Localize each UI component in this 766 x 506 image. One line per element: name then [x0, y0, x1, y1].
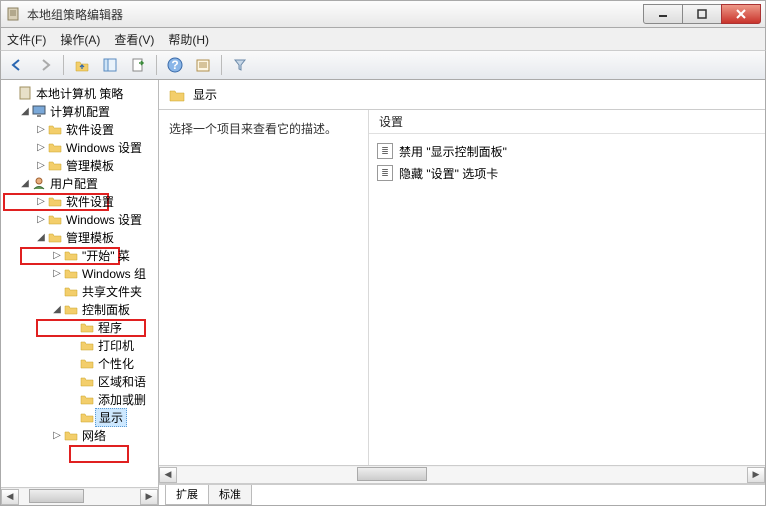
folder-icon	[63, 265, 79, 281]
folder-icon	[79, 409, 95, 425]
tree-start-menu[interactable]: ▷"开始" 菜	[5, 246, 158, 264]
folder-icon	[47, 211, 63, 227]
minimize-button[interactable]	[643, 4, 683, 24]
scroll-track[interactable]	[19, 489, 140, 505]
maximize-button[interactable]	[682, 4, 722, 24]
back-button[interactable]	[5, 53, 29, 77]
folder-icon	[47, 193, 63, 209]
settings-header[interactable]: 设置	[369, 110, 765, 134]
details-title: 显示	[193, 86, 217, 103]
tree-admin-templates-1[interactable]: ▷管理模板	[5, 156, 158, 174]
scroll-left-button[interactable]: ◀	[1, 489, 19, 505]
content-area: 本地计算机 策略 ◢计算机配置 ▷软件设置 ▷Windows 设置 ▷管理模板 …	[0, 80, 766, 506]
show-hide-tree-button[interactable]	[98, 53, 122, 77]
folder-icon	[79, 355, 95, 371]
folder-icon	[79, 373, 95, 389]
details-pane: 显示 选择一个项目来查看它的描述。 设置 ≣ 禁用 "显示控制面板" ≣ 隐藏 …	[159, 80, 765, 505]
tree-programs[interactable]: 程序	[5, 318, 158, 336]
export-button[interactable]	[126, 53, 150, 77]
tree-add-remove[interactable]: 添加或删	[5, 390, 158, 408]
highlight-display	[69, 445, 129, 463]
tree-computer-config[interactable]: ◢计算机配置	[5, 102, 158, 120]
tree-user-config[interactable]: ◢用户配置	[5, 174, 158, 192]
tree-windows-settings-1[interactable]: ▷Windows 设置	[5, 138, 158, 156]
scroll-thumb[interactable]	[29, 489, 84, 503]
tree-windows-components[interactable]: ▷Windows 组	[5, 264, 158, 282]
folder-icon	[169, 87, 185, 103]
policy-item-icon: ≣	[377, 165, 393, 181]
tree-hscrollbar[interactable]: ◀ ▶	[1, 487, 158, 505]
tree-personalization[interactable]: 个性化	[5, 354, 158, 372]
policy-item-icon: ≣	[377, 143, 393, 159]
settings-item[interactable]: ≣ 禁用 "显示控制面板"	[377, 140, 757, 162]
folder-icon	[79, 319, 95, 335]
forward-button[interactable]	[33, 53, 57, 77]
settings-item[interactable]: ≣ 隐藏 "设置" 选项卡	[377, 162, 757, 184]
tree-software-settings-2[interactable]: ▷软件设置	[5, 192, 158, 210]
tree-pane: 本地计算机 策略 ◢计算机配置 ▷软件设置 ▷Windows 设置 ▷管理模板 …	[1, 80, 159, 505]
tree-root[interactable]: 本地计算机 策略	[5, 84, 158, 102]
folder-icon	[47, 229, 63, 245]
settings-item-label: 禁用 "显示控制面板"	[399, 143, 507, 160]
toolbar: ?	[0, 50, 766, 80]
settings-item-label: 隐藏 "设置" 选项卡	[399, 165, 498, 182]
scroll-thumb[interactable]	[357, 467, 427, 481]
app-icon	[5, 6, 21, 22]
description-column: 选择一个项目来查看它的描述。	[159, 110, 369, 465]
tree-region-language[interactable]: 区域和语	[5, 372, 158, 390]
svg-text:?: ?	[171, 58, 178, 72]
folder-icon	[79, 337, 95, 353]
close-button[interactable]	[721, 4, 761, 24]
tab-strip: 扩展 标准	[159, 483, 765, 505]
scroll-track[interactable]	[177, 467, 747, 483]
menu-bar: 文件(F) 操作(A) 查看(V) 帮助(H)	[0, 28, 766, 50]
tab-standard[interactable]: 标准	[208, 484, 252, 505]
settings-column: 设置 ≣ 禁用 "显示控制面板" ≣ 隐藏 "设置" 选项卡	[369, 110, 765, 465]
tree-display[interactable]: 显示	[5, 408, 158, 426]
tree-windows-settings-2[interactable]: ▷Windows 设置	[5, 210, 158, 228]
filter-button[interactable]	[228, 53, 252, 77]
scroll-right-button[interactable]: ▶	[140, 489, 158, 505]
description-prompt: 选择一个项目来查看它的描述。	[169, 122, 337, 136]
tree-body[interactable]: 本地计算机 策略 ◢计算机配置 ▷软件设置 ▷Windows 设置 ▷管理模板 …	[1, 80, 158, 487]
tree-control-panel[interactable]: ◢控制面板	[5, 300, 158, 318]
scroll-left-button[interactable]: ◀	[159, 467, 177, 483]
tree-network[interactable]: ▷网络	[5, 426, 158, 444]
tree-printers[interactable]: 打印机	[5, 336, 158, 354]
folder-icon	[63, 301, 79, 317]
user-icon	[31, 175, 47, 191]
title-bar: 本地组策略编辑器	[0, 0, 766, 28]
folder-icon	[63, 283, 79, 299]
menu-view[interactable]: 查看(V)	[114, 31, 154, 48]
folder-icon	[47, 139, 63, 155]
menu-action[interactable]: 操作(A)	[60, 31, 100, 48]
settings-list: ≣ 禁用 "显示控制面板" ≣ 隐藏 "设置" 选项卡	[369, 134, 765, 190]
tree-software-settings-1[interactable]: ▷软件设置	[5, 120, 158, 138]
details-header: 显示	[159, 80, 765, 110]
folder-icon	[47, 157, 63, 173]
policy-icon	[17, 85, 33, 101]
tree-shared-folders[interactable]: 共享文件夹	[5, 282, 158, 300]
folder-icon	[63, 427, 79, 443]
up-button[interactable]	[70, 53, 94, 77]
properties-button[interactable]	[191, 53, 215, 77]
help-button[interactable]: ?	[163, 53, 187, 77]
folder-icon	[63, 247, 79, 263]
folder-icon	[47, 121, 63, 137]
computer-icon	[31, 103, 47, 119]
tree-admin-templates-2[interactable]: ◢管理模板	[5, 228, 158, 246]
window-title: 本地组策略编辑器	[27, 6, 644, 23]
menu-help[interactable]: 帮助(H)	[168, 31, 209, 48]
details-hscrollbar[interactable]: ◀ ▶	[159, 465, 765, 483]
folder-icon	[79, 391, 95, 407]
menu-file[interactable]: 文件(F)	[7, 31, 46, 48]
scroll-right-button[interactable]: ▶	[747, 467, 765, 483]
tab-extended[interactable]: 扩展	[165, 484, 209, 505]
